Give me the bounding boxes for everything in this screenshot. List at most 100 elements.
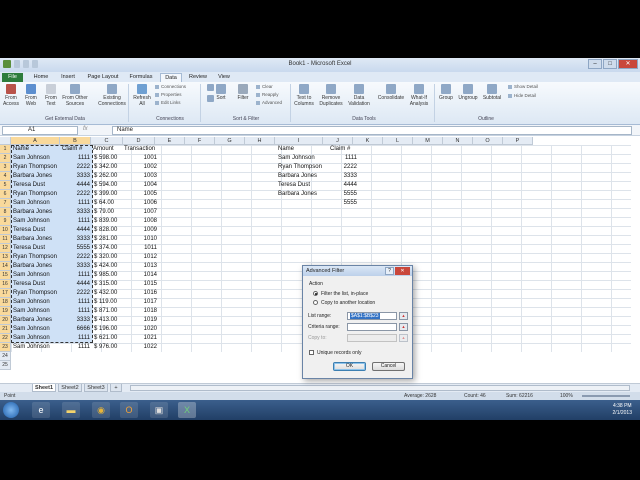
cell[interactable]: 2222 [60, 289, 90, 298]
unique-records-checkbox[interactable] [309, 350, 314, 355]
cell[interactable]: 2222 [330, 163, 357, 172]
cell[interactable]: 1004 [124, 181, 157, 190]
cell[interactable]: 1111 [60, 343, 90, 352]
cell[interactable]: Barbara Jones [278, 172, 323, 181]
clear-button[interactable]: Clear [256, 84, 273, 89]
row-header[interactable]: 22 [0, 334, 11, 343]
ungroup-button[interactable]: Ungroup [456, 84, 480, 101]
cell[interactable]: Sam Johnson [13, 217, 59, 226]
cell[interactable]: Teresa Dust [278, 181, 323, 190]
cell[interactable]: 1014 [124, 271, 157, 280]
cell[interactable]: 1111 [330, 154, 357, 163]
cell[interactable]: $ 828.00 [94, 226, 124, 235]
hide-detail-button[interactable]: Hide Detail [508, 93, 536, 98]
cell[interactable]: 2222 [60, 163, 90, 172]
cell[interactable]: 1007 [124, 208, 157, 217]
cell[interactable]: Teresa Dust [13, 181, 59, 190]
cell[interactable]: 1006 [124, 199, 157, 208]
cell[interactable]: 1009 [124, 226, 157, 235]
cell[interactable]: 1021 [124, 334, 157, 343]
row-header[interactable]: 23 [0, 343, 11, 352]
cell[interactable]: Sam Johnson [13, 154, 59, 163]
column-header[interactable]: J [323, 137, 353, 145]
cell[interactable]: Name [278, 145, 323, 154]
what-if-analysis-button[interactable]: What-If Analysis [406, 84, 432, 107]
cell[interactable]: 1018 [124, 307, 157, 316]
row-header[interactable]: 25 [0, 361, 11, 370]
row-header[interactable]: 11 [0, 235, 11, 244]
column-header[interactable]: G [215, 137, 245, 145]
horizontal-scrollbar[interactable] [130, 385, 630, 391]
cell[interactable]: 1010 [124, 235, 157, 244]
cell[interactable]: $ 598.00 [94, 154, 124, 163]
select-all-corner[interactable] [0, 137, 11, 145]
cell[interactable]: $ 374.00 [94, 244, 124, 253]
cell[interactable]: 1008 [124, 217, 157, 226]
cell[interactable]: 3333 [60, 172, 90, 181]
cell[interactable]: Claim # [330, 145, 358, 154]
filter-in-place-label[interactable]: Filter the list, in-place [321, 291, 368, 297]
existing-connections-button[interactable]: Existing Connections [98, 84, 126, 107]
cell[interactable]: Amount [93, 145, 123, 154]
cell[interactable]: Sam Johnson [13, 334, 59, 343]
cell[interactable]: 1016 [124, 289, 157, 298]
ok-button[interactable]: OK [333, 362, 366, 371]
cell[interactable]: Teresa Dust [13, 226, 59, 235]
cell[interactable]: 4444 [60, 181, 90, 190]
cell[interactable]: 1111 [60, 298, 90, 307]
cell[interactable]: 1001 [124, 154, 157, 163]
maximize-button[interactable]: □ [603, 59, 617, 69]
connections-button[interactable]: Connections [155, 84, 186, 89]
cell[interactable]: Barbara Jones [278, 190, 323, 199]
consolidate-button[interactable]: Consolidate [376, 84, 406, 101]
row-header[interactable]: 4 [0, 172, 11, 181]
cell[interactable]: 1005 [124, 190, 157, 199]
cell[interactable]: 3333 [60, 262, 90, 271]
cell[interactable]: $ 262.00 [94, 172, 124, 181]
cell[interactable]: 1012 [124, 253, 157, 262]
cell[interactable]: Barbara Jones [13, 235, 59, 244]
sheet-tab[interactable]: Sheet3 [84, 384, 108, 392]
cell[interactable]: 2222 [60, 253, 90, 262]
cell[interactable]: 5555 [330, 199, 357, 208]
reapply-button[interactable]: Reapply [256, 92, 279, 97]
cell[interactable]: $ 399.00 [94, 190, 124, 199]
copy-to-input[interactable] [347, 334, 397, 342]
cell[interactable]: 1017 [124, 298, 157, 307]
row-header[interactable]: 20 [0, 316, 11, 325]
cell[interactable]: 1111 [60, 307, 90, 316]
cell[interactable]: Ryan Thompson [13, 253, 59, 262]
cell[interactable]: Teresa Dust [13, 244, 59, 253]
formula-input[interactable]: Name [112, 126, 632, 135]
cell[interactable]: $ 424.00 [94, 262, 124, 271]
cell[interactable]: $ 976.00 [94, 343, 124, 352]
cell[interactable]: Barbara Jones [13, 172, 59, 181]
cell[interactable]: 1003 [124, 172, 157, 181]
row-header[interactable]: 14 [0, 262, 11, 271]
zoom-slider[interactable] [582, 395, 630, 397]
outlook-icon[interactable]: O [120, 402, 138, 418]
cell[interactable]: 5555 [60, 244, 90, 253]
cell[interactable]: $ 315.00 [94, 280, 124, 289]
column-header[interactable]: A [11, 137, 60, 145]
properties-button[interactable]: Properties [155, 92, 182, 97]
column-header[interactable]: E [155, 137, 185, 145]
row-header[interactable]: 16 [0, 280, 11, 289]
subtotal-button[interactable]: Subtotal [480, 84, 504, 101]
minimize-button[interactable]: – [588, 59, 602, 69]
copy-to-location-radio[interactable] [313, 300, 318, 305]
cell[interactable]: Barbara Jones [13, 262, 59, 271]
cell[interactable]: $ 281.00 [94, 235, 124, 244]
cell[interactable]: 1015 [124, 280, 157, 289]
cell[interactable]: $ 320.00 [94, 253, 124, 262]
cell[interactable]: 3333 [60, 235, 90, 244]
cell[interactable]: Barbara Jones [13, 316, 59, 325]
excel-taskbar-icon[interactable]: X [178, 402, 196, 418]
column-header[interactable]: C [91, 137, 123, 145]
filter-button[interactable]: Filter [234, 84, 252, 101]
fx-icon[interactable]: fx [83, 126, 88, 132]
cell[interactable]: 3333 [60, 208, 90, 217]
data-validation-button[interactable]: Data Validation [346, 84, 372, 107]
cell[interactable] [278, 199, 323, 208]
cell[interactable]: Sam Johnson [13, 199, 59, 208]
